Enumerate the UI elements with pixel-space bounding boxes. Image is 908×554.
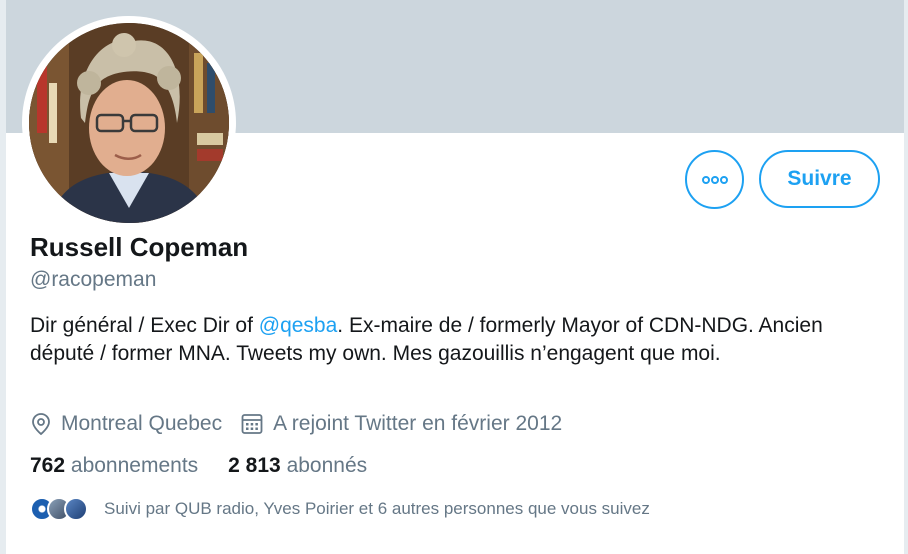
following-label: abonnements xyxy=(70,454,199,477)
follow-button[interactable]: Suivre xyxy=(759,150,880,208)
location-item: Montreal Quebec xyxy=(30,412,222,436)
profile-meta: Montreal Quebec A rejoint Twitter en fév… xyxy=(30,408,580,440)
joined-text: A rejoint Twitter en février 2012 xyxy=(273,412,563,435)
profile-name: Russell Copeman xyxy=(30,232,249,262)
followed-by-text: Suivi par QUB radio, Yves Poirier et 6 a… xyxy=(104,499,650,518)
avatar-frame[interactable] xyxy=(22,16,236,230)
followers-stat[interactable]: 2 813 abonnés xyxy=(228,454,367,478)
bio-text-start: Dir général / Exec Dir of xyxy=(30,314,259,337)
avatar-photo xyxy=(29,23,229,223)
profile-stats: 762 abonnements 2 813 abonnés xyxy=(30,454,397,478)
profile-handle: @racopeman xyxy=(30,268,157,291)
more-dots-icon xyxy=(701,175,728,184)
joined-item: A rejoint Twitter en février 2012 xyxy=(240,412,562,436)
avatar[interactable] xyxy=(29,23,229,223)
following-stat[interactable]: 762 abonnements xyxy=(30,454,198,478)
bio-mention-link[interactable]: @qesba xyxy=(259,314,338,337)
follower-avatars xyxy=(30,494,90,524)
location-text: Montreal Quebec xyxy=(61,412,223,435)
followers-label: abonnés xyxy=(286,454,368,477)
location-pin-icon xyxy=(32,413,50,436)
profile-card: Suivre Russell Copeman @racopeman Dir gé… xyxy=(0,0,908,554)
more-options-button[interactable] xyxy=(685,150,744,209)
followed-by-link[interactable]: Suivi par QUB radio, Yves Poirier et 6 a… xyxy=(30,494,650,524)
follower-avatar-3 xyxy=(64,497,88,521)
calendar-icon xyxy=(241,414,263,434)
followers-count: 2 813 xyxy=(228,454,281,477)
right-border xyxy=(904,0,908,554)
following-count: 762 xyxy=(30,454,66,477)
profile-bio: Dir général / Exec Dir of @qesba. Ex-mai… xyxy=(30,312,880,368)
